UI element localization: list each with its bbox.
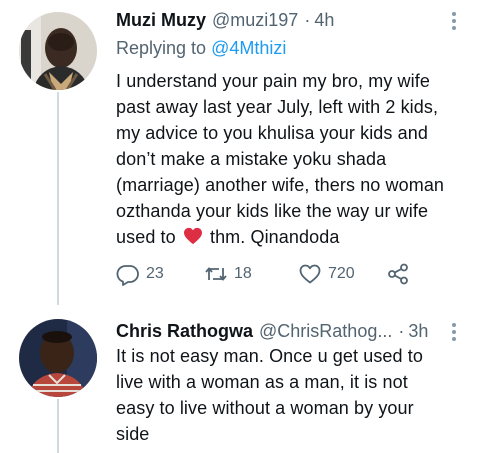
timestamp[interactable]: 3h xyxy=(408,319,428,343)
tweet-text-line: I understand your pain my bro, my wife xyxy=(116,71,430,91)
mention-link[interactable]: @4Mthizi xyxy=(211,38,286,58)
user-handle[interactable]: @ChrisRathog... xyxy=(259,319,392,343)
timestamp[interactable]: 4h xyxy=(314,8,334,32)
user-handle[interactable]: @muzi197 xyxy=(212,8,298,32)
more-icon[interactable] xyxy=(444,323,464,341)
tweet-text-line: used to thm. Qinandoda xyxy=(116,224,464,250)
tweet-actions: 23 18 720 xyxy=(116,262,416,292)
tweet-text-line: past away last year July, left with 2 ki… xyxy=(116,97,439,117)
retweet-count: 18 xyxy=(234,265,252,282)
separator-dot: · xyxy=(398,321,405,341)
replying-to: Replying to @4Mthizi xyxy=(116,36,464,60)
tweet-text-fragment: thm. Qinandoda xyxy=(209,227,340,247)
separator-dot: · xyxy=(304,10,311,30)
tweet-content: Chris Rathogwa @ChrisRathog... · 3h It i… xyxy=(116,319,464,447)
display-name[interactable]: Chris Rathogwa xyxy=(116,319,253,343)
tweet-text-line: my advice to you khulisa your kids and xyxy=(116,123,428,143)
tweet-header: Chris Rathogwa @ChrisRathog... · 3h xyxy=(116,319,464,343)
avatar-photo xyxy=(19,319,97,397)
replying-to-label: Replying to xyxy=(116,38,207,58)
like-count: 720 xyxy=(328,265,355,282)
tweet-chris[interactable]: Chris Rathogwa @ChrisRathog... · 3h It i… xyxy=(0,305,480,453)
like-icon xyxy=(299,264,321,284)
thread-line xyxy=(57,399,59,453)
retweet-icon xyxy=(205,267,227,281)
tweet-content: Muzi Muzy @muzi197 · 4h Replying to @4Mt… xyxy=(116,8,464,250)
tweet-text: It is not easy man. Once u get used to l… xyxy=(116,343,464,447)
tweet-text-line: easy to live without a woman by your xyxy=(116,398,414,418)
tweet-text-line: side xyxy=(116,424,150,444)
tweet-text-line: ozthanda your kids like the way ur wife xyxy=(116,201,429,221)
tweet-text-line: (marriage) another wife, thers no woman xyxy=(116,175,445,195)
tweet-header: Muzi Muzy @muzi197 · 4h xyxy=(116,8,464,32)
reply-button[interactable]: 23 xyxy=(116,262,164,286)
tweet-text-line: don’t make a mistake yoku shada xyxy=(116,149,387,169)
share-icon xyxy=(388,263,408,285)
reply-count: 23 xyxy=(146,265,164,282)
retweet-button[interactable]: 18 xyxy=(204,262,252,286)
display-name[interactable]: Muzi Muzy xyxy=(116,8,206,32)
tweet-text-fragment: used to xyxy=(116,227,176,247)
avatar-photo xyxy=(19,12,97,90)
red-heart-emoji-icon xyxy=(183,227,202,245)
avatar[interactable] xyxy=(19,319,97,397)
share-button[interactable] xyxy=(386,262,410,286)
reply-icon xyxy=(116,265,139,286)
tweet-muzi[interactable]: Muzi Muzy @muzi197 · 4h Replying to @4Mt… xyxy=(0,0,480,305)
tweet-text-line: It is not easy man. Once u get used to xyxy=(116,346,423,366)
more-icon[interactable] xyxy=(444,12,464,30)
avatar[interactable] xyxy=(19,12,97,90)
tweet-text-line: live with a woman as a man, it is not xyxy=(116,372,408,392)
tweet-text: I understand your pain my bro, my wife p… xyxy=(116,68,464,250)
like-button[interactable]: 720 xyxy=(298,262,355,286)
thread-line xyxy=(57,92,59,305)
